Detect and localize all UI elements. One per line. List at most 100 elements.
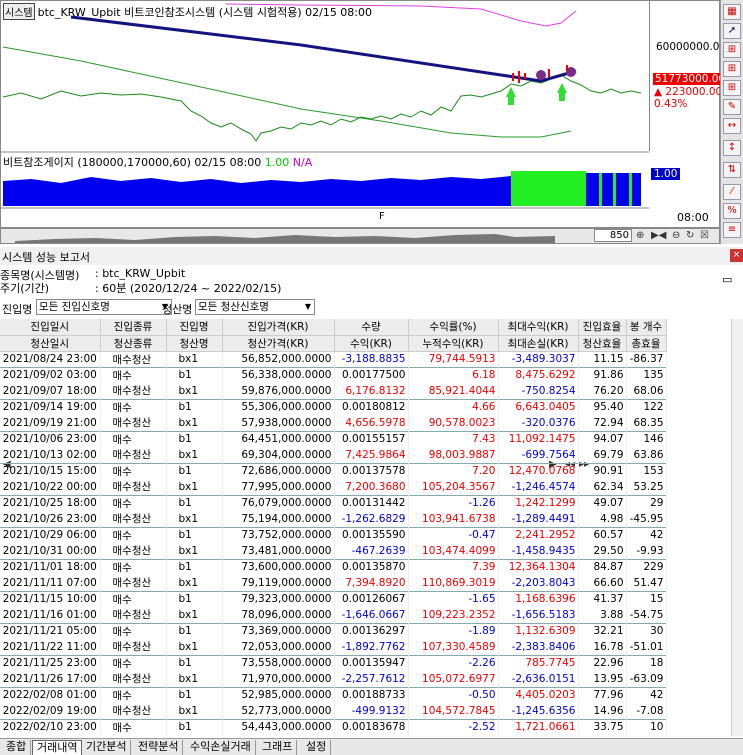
table-row[interactable]: 2021/10/25 18:00 매수 b1 76,079,000.0000 0.001… [0,494,667,511]
table-row[interactable]: 2021/11/16 01:00 매수청산 bx1 78,096,000.0000 -1… [0,607,667,623]
table-row[interactable]: 2021/11/21 05:00 매수 b1 73,369,000.0000 0.001… [0,622,667,639]
more-tools-icon[interactable]: ≡ [723,222,741,238]
table-row[interactable]: 2021/10/13 02:00 매수청산 bx1 69,304,000.0000 7,… [0,447,667,463]
close-icon[interactable]: × [730,249,743,262]
indicator-area-green [511,171,586,206]
tab-1[interactable]: 거래내역 [32,740,83,755]
table-header-row-2: 청산일시 청산종류 청산명 청산가격(KR) 수익(KR) 누적수익(KR) 최대손실(KR… [0,335,667,352]
table-cell: -2,203.8043 [498,575,579,591]
table-cell: 2021/11/26 17:00 [0,671,101,687]
column-header[interactable]: 진입효율 [578,319,627,336]
exit-filter-select[interactable]: 모든 청산신호명 ▼ [195,299,315,315]
entry-filter-select[interactable]: 모든 진입신호명 ▼ [36,299,172,315]
table-row[interactable]: 2021/10/15 15:00 매수 b1 72,686,000.0000 0.001… [0,462,667,479]
column-header[interactable]: 최대수익(KR) [498,319,579,336]
tab-3[interactable]: 전략분석 [134,740,184,755]
table-row[interactable]: 2021/08/24 23:00 매수청산 bx1 56,852,000.0000 -3… [0,351,667,367]
table-row[interactable]: 2021/11/26 17:00 매수청산 bx1 71,970,000.0000 -2… [0,671,667,687]
table-cell: 7.20 [408,462,499,479]
column-header[interactable]: 최대손실(KR) [498,335,579,352]
column-header[interactable]: 청산가격(KR) [222,335,335,352]
column-header[interactable]: 진입명 [166,319,223,336]
table-row[interactable]: 2022/02/10 23:00 매수 b1 54,443,000.0000 0.001… [0,718,667,735]
bar-count-input[interactable]: 850 [594,229,632,242]
table-row[interactable]: 2021/09/07 18:00 매수청산 bx1 59,876,000.0000 6,… [0,383,667,399]
table-row[interactable]: 2022/02/09 19:00 매수청산 bx1 52,773,000.0000 -4… [0,703,667,719]
price-chart-canvas[interactable] [1,1,649,227]
table-cell: 33.75 [578,718,627,735]
column-header[interactable]: 진입종류 [100,319,167,336]
trend-line-icon[interactable]: ⁄ [723,184,741,200]
column-header[interactable]: 진입일시 [0,319,101,336]
table-cell: 73,600,000.0000 [222,558,335,575]
table-cell: 57,938,000.0000 [222,415,335,431]
table-cell: 11,092.1475 [498,430,579,447]
fibonacci-icon[interactable]: ⇅ [723,162,741,178]
chart-panel[interactable]: 시스템 btc_KRW_Upbit 비트코인참조시스템 (시스템 시험적용) 02… [0,0,734,228]
table-row[interactable]: 2021/10/26 23:00 매수청산 bx1 75,194,000.0000 -1… [0,511,667,527]
table-row[interactable]: 2021/09/19 21:00 매수청산 bx1 57,938,000.0000 4,… [0,415,667,431]
table-row[interactable]: 2021/10/06 23:00 매수 b1 64,451,000.0000 0.001… [0,430,667,447]
draw-tool-icon[interactable]: ⊞ [723,80,741,96]
column-header[interactable]: 누적수익(KR) [408,335,499,352]
vertical-scrollbar[interactable] [731,319,743,736]
table-cell: bx1 [166,543,223,559]
table-cell: 53,123,000.0000 [222,735,335,736]
system-badge[interactable]: 시스템 [3,3,35,20]
tab-0[interactable]: 종합 [2,740,32,755]
table-row[interactable]: 2021/11/01 18:00 매수 b1 73,600,000.0000 0.001… [0,558,667,575]
vertical-line-icon[interactable]: ↕ [723,140,741,156]
draw-tool-icon[interactable]: ⊞ [723,42,741,58]
column-header[interactable]: 청산일시 [0,335,101,352]
export-icon[interactable]: ▭ [722,273,732,286]
palette-icon[interactable]: ▦ [723,4,741,20]
table-cell: -45.95 [626,511,667,527]
zoom-out-icon[interactable]: ⊖ [672,230,680,241]
column-header[interactable]: 수익률(%) [408,319,499,336]
table-row[interactable]: 2021/10/29 06:00 매수 b1 73,752,000.0000 0.001… [0,526,667,543]
column-header[interactable]: 총효율 [626,335,667,352]
table-row[interactable]: 2021/11/15 10:00 매수 b1 79,323,000.0000 0.001… [0,590,667,607]
table-row[interactable]: 2022/02/08 01:00 매수 b1 52,985,000.0000 0.001… [0,686,667,703]
column-header[interactable]: 진입가격(KR) [222,319,335,336]
table-cell: 2022/02/11 09:00 [0,735,101,736]
bottom-tab-bar: 종합 거래내역 기간분석 전략분석 수익손실거래 그래프 설정 [0,738,743,755]
zoom-in-icon[interactable]: ⊕ [636,230,644,241]
table-cell: 73,558,000.0000 [222,654,335,671]
column-header[interactable]: 청산효율 [578,335,627,352]
table-cell: 84.87 [578,558,627,575]
table-row[interactable]: 2022/02/11 09:00매수청산bx153,123,000.0000-2… [0,735,667,736]
percent-icon[interactable]: % [723,203,741,219]
column-header[interactable]: 봉 개수 [626,319,667,336]
tab-2[interactable]: 기간분석 [82,740,132,755]
close-icon[interactable]: ☒ [700,230,709,241]
tab-4[interactable]: 수익손실거래 [186,740,256,755]
table-cell: 12,364.1304 [498,558,579,575]
time-axis-right: 08:00 [677,211,709,224]
column-header[interactable]: 수익(KR) [334,335,409,352]
table-row[interactable]: 2021/10/31 00:00 매수청산 bx1 73,481,000.0000 -4… [0,543,667,559]
draw-tool-icon[interactable]: ✎ [723,99,741,115]
trend-line-green [2,46,572,138]
zoom-fit-icon[interactable]: ▶◀ [651,230,666,241]
table-cell: 2021/11/21 05:00 [0,622,101,639]
column-header[interactable]: 수량 [334,319,409,336]
symbol-value: : btc_KRW_Upbit [95,267,186,280]
trade-table-container[interactable]: 진입일시 진입종류 진입명 진입가격(KR) 수량 수익률(%) 최대수익(KR) 진입효율 봉… [0,319,731,736]
horizontal-line-icon[interactable]: ↔ [723,118,741,134]
tab-5[interactable]: 그래프 [258,740,298,755]
table-row[interactable]: 2021/11/25 23:00 매수 b1 73,558,000.0000 0.001… [0,654,667,671]
draw-tool-icon[interactable]: ⊞ [723,61,741,77]
tab-6[interactable]: 설정 [302,740,332,755]
column-header[interactable]: 청산종류 [100,335,167,352]
column-header[interactable]: 청산명 [166,335,223,352]
table-row[interactable]: 2021/11/22 11:00 매수청산 bx1 72,053,000.0000 -1… [0,639,667,655]
table-row[interactable]: 2021/09/14 19:00 매수 b1 55,306,000.0000 0.001… [0,398,667,415]
table-row[interactable]: 2021/10/22 00:00 매수청산 bx1 77,995,000.0000 7,… [0,479,667,495]
table-row[interactable]: 2021/09/02 03:00 매수 b1 56,338,000.0000 0.001… [0,366,667,383]
buy-signal-arrow-stem [559,93,565,101]
table-cell: 79,323,000.0000 [222,590,335,607]
refresh-icon[interactable]: ↻ [686,230,694,241]
table-row[interactable]: 2021/11/11 07:00 매수청산 bx1 79,119,000.0000 7,… [0,575,667,591]
cursor-icon[interactable]: ➚ [723,23,741,39]
